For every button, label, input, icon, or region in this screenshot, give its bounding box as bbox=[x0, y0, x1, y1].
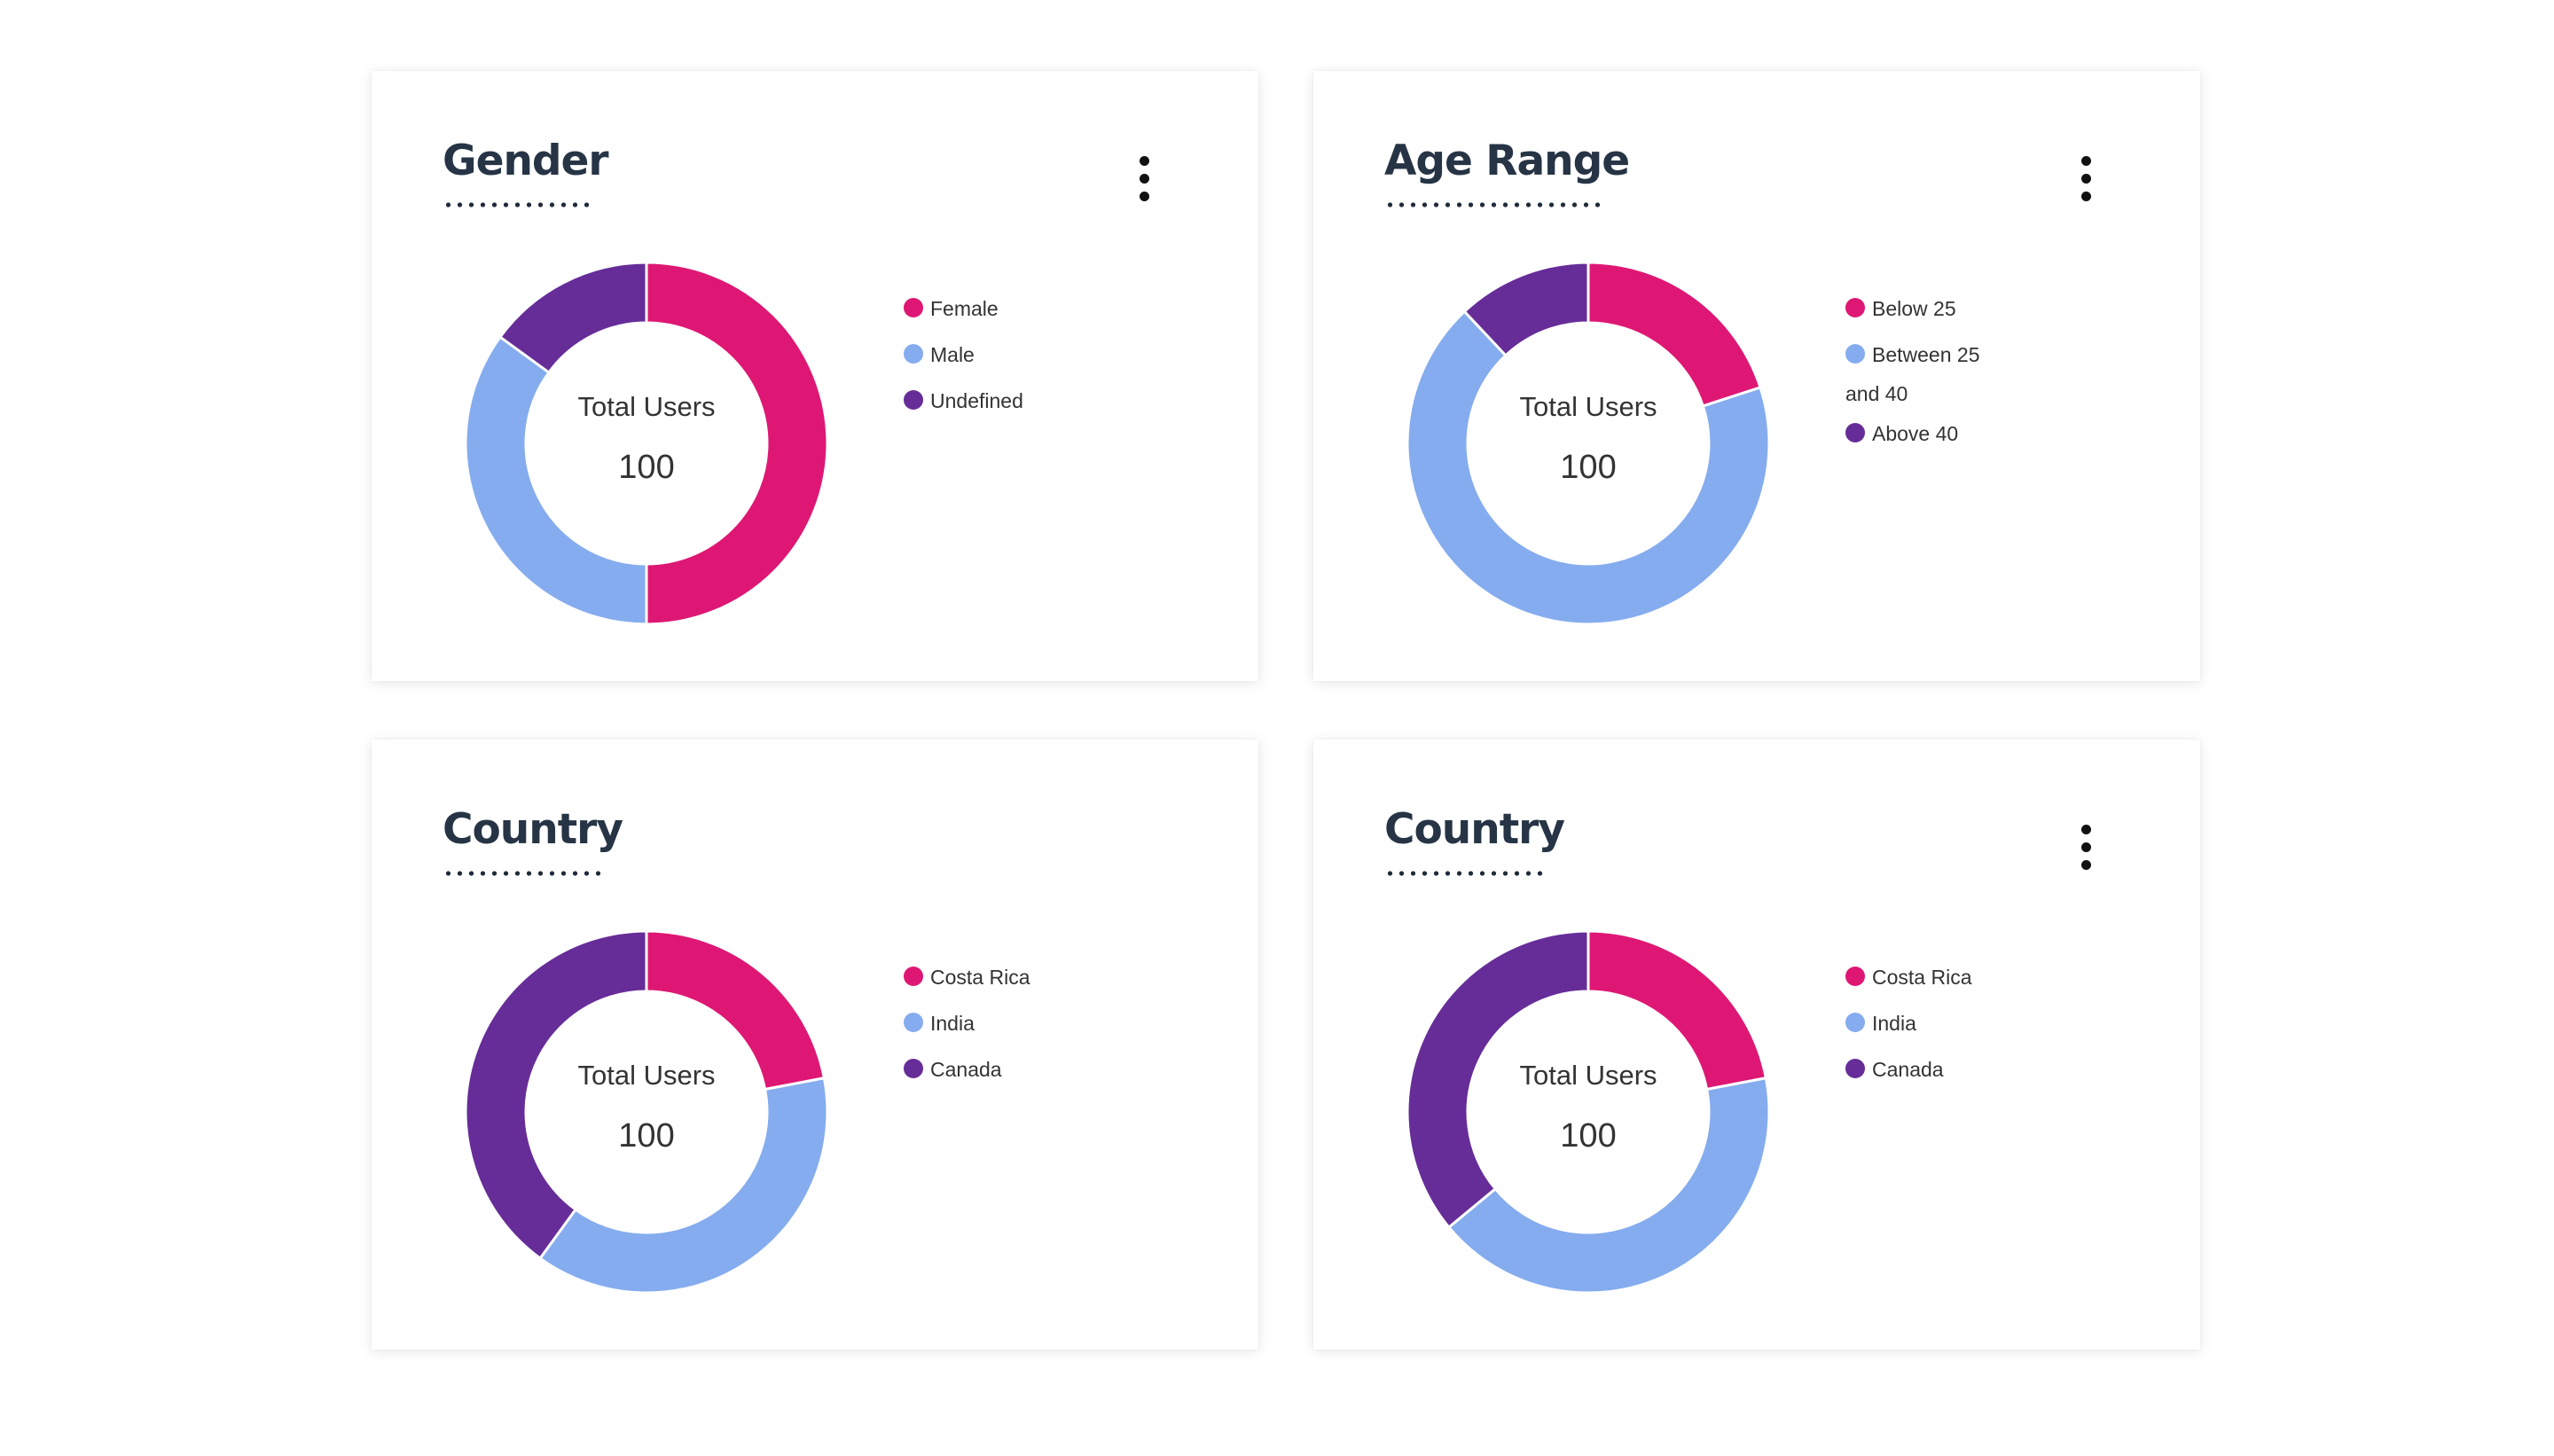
total-users-value: 100 bbox=[1560, 449, 1617, 486]
gender-card: Gender Total Users 100 Female Male Undef… bbox=[372, 71, 1258, 681]
chart-legend: Costa Rica India Canada bbox=[904, 964, 1081, 1102]
donut-slice-female[interactable] bbox=[645, 261, 829, 626]
donut-chart bbox=[464, 261, 829, 626]
title-underline bbox=[1384, 202, 1606, 207]
donut-chart bbox=[464, 929, 829, 1295]
total-users-label: Total Users bbox=[577, 1060, 716, 1091]
legend-label: Costa Rica bbox=[930, 966, 1030, 989]
legend-item-above-40[interactable]: Above 40 bbox=[1845, 420, 2005, 447]
legend-item-below-25[interactable]: Below 25 bbox=[1845, 295, 2005, 322]
chart-legend: Costa Rica India Canada bbox=[1845, 964, 2023, 1102]
country-card-2: Country Total Users 100 Costa Rica India… bbox=[1313, 740, 2200, 1350]
title-underline bbox=[443, 871, 607, 876]
legend-item-india[interactable]: India bbox=[904, 1010, 1081, 1037]
legend-item-canada[interactable]: Canada bbox=[1845, 1056, 2023, 1083]
donut-slice-india[interactable] bbox=[1447, 1076, 1771, 1295]
legend-item-female[interactable]: Female bbox=[904, 295, 1081, 322]
card-title: Age Range bbox=[1384, 137, 1630, 185]
legend-item-india[interactable]: India bbox=[1845, 1010, 2023, 1037]
donut-slice-below-25[interactable] bbox=[1586, 261, 1762, 408]
legend-label: Female bbox=[930, 297, 999, 320]
legend-label: Canada bbox=[930, 1058, 1002, 1081]
legend-label: Below 25 bbox=[1872, 297, 1956, 320]
legend-label: Costa Rica bbox=[1872, 966, 1972, 989]
more-options-icon[interactable] bbox=[1132, 156, 1157, 202]
total-users-value: 100 bbox=[618, 1117, 675, 1155]
legend-swatch bbox=[1845, 967, 1865, 986]
legend-label: Male bbox=[930, 343, 975, 366]
legend-label: Between 25 and 40 bbox=[1845, 343, 1980, 405]
legend-label: Undefined bbox=[930, 389, 1023, 412]
legend-label: India bbox=[1872, 1012, 1916, 1035]
total-users-label: Total Users bbox=[1519, 391, 1657, 422]
card-title: Country bbox=[1384, 805, 1565, 854]
legend-label: Canada bbox=[1872, 1058, 1944, 1081]
legend-swatch bbox=[1845, 344, 1865, 364]
legend-swatch bbox=[904, 1059, 923, 1078]
card-title: Gender bbox=[443, 137, 609, 185]
card-title: Country bbox=[443, 805, 623, 854]
legend-item-between-25-and-40[interactable]: Between 25 and 40 bbox=[1845, 335, 2005, 413]
total-users-label: Total Users bbox=[577, 391, 716, 422]
legend-label: India bbox=[930, 1012, 975, 1035]
legend-swatch bbox=[1845, 1013, 1865, 1032]
legend-swatch bbox=[904, 390, 923, 410]
legend-item-costa-rica[interactable]: Costa Rica bbox=[1845, 964, 2023, 990]
legend-item-undefined[interactable]: Undefined bbox=[904, 387, 1081, 414]
legend-swatch bbox=[904, 967, 923, 986]
title-underline bbox=[1384, 871, 1548, 876]
legend-swatch bbox=[904, 1013, 923, 1032]
legend-item-costa-rica[interactable]: Costa Rica bbox=[904, 964, 1081, 990]
donut-slice-canada[interactable] bbox=[464, 929, 648, 1260]
legend-swatch bbox=[904, 344, 923, 364]
more-options-icon[interactable] bbox=[2074, 825, 2099, 871]
chart-legend: Below 25 Between 25 and 40 Above 40 bbox=[1845, 295, 2005, 466]
legend-item-male[interactable]: Male bbox=[904, 341, 1081, 368]
country-card: Country Total Users 100 Costa Rica India… bbox=[372, 740, 1258, 1350]
age-range-card: Age Range Total Users 100 Below 25 Betwe… bbox=[1313, 71, 2200, 681]
total-users-label: Total Users bbox=[1519, 1060, 1657, 1091]
donut-slice-india[interactable] bbox=[538, 1076, 829, 1295]
legend-item-canada[interactable]: Canada bbox=[904, 1056, 1081, 1083]
legend-swatch bbox=[1845, 423, 1865, 442]
donut-chart bbox=[1406, 261, 1771, 626]
legend-swatch bbox=[904, 298, 923, 317]
legend-swatch bbox=[1845, 298, 1865, 317]
donut-chart bbox=[1406, 929, 1771, 1295]
legend-swatch bbox=[1845, 1059, 1865, 1078]
legend-label: Above 40 bbox=[1872, 422, 1959, 445]
title-underline bbox=[443, 202, 595, 207]
total-users-value: 100 bbox=[618, 449, 675, 486]
total-users-value: 100 bbox=[1560, 1117, 1617, 1155]
chart-legend: Female Male Undefined bbox=[904, 295, 1081, 434]
more-options-icon[interactable] bbox=[2074, 156, 2099, 202]
